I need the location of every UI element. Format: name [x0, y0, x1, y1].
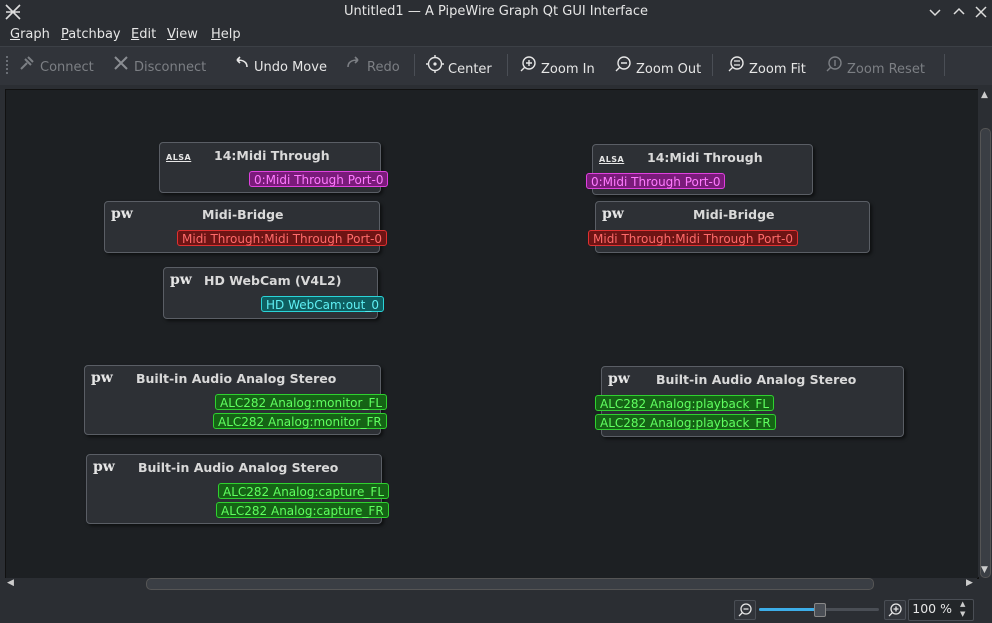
center-button[interactable]: Center: [426, 55, 492, 78]
zoom-out-button[interactable]: Zoom Out: [614, 55, 702, 78]
zoom-in-label: Zoom In: [541, 62, 595, 77]
maximize-icon[interactable]: [950, 3, 968, 21]
zoom-out-small-icon: [738, 603, 752, 617]
menu-edit[interactable]: Edit: [131, 27, 156, 43]
undo-icon: [232, 55, 250, 76]
toolbar-separator: [507, 54, 508, 76]
menu-help[interactable]: Help: [211, 27, 241, 43]
pipewire-icon: pw: [111, 206, 133, 222]
horizontal-scroll-thumb[interactable]: [146, 578, 874, 590]
toolbar-grip[interactable]: [6, 56, 11, 74]
zoom-in-small-button[interactable]: [884, 600, 906, 620]
zoom-out-icon: [614, 55, 632, 78]
node-title: Built-in Audio Analog Stereo: [138, 460, 339, 475]
undo-label: Undo Move: [254, 60, 327, 75]
zoom-spin-down-icon[interactable]: ▼: [960, 610, 965, 618]
port-hd-webcam-out[interactable]: HD WebCam:out_0: [261, 296, 384, 312]
menu-patchbay[interactable]: Patchbay: [61, 27, 121, 43]
zoom-reset-label: Zoom Reset: [847, 62, 925, 77]
minimize-icon[interactable]: [926, 3, 944, 21]
port-audio-monitor-fr[interactable]: ALC282 Analog:monitor_FR: [213, 413, 387, 429]
alsa-icon: ALSA: [599, 155, 625, 164]
zoom-fit-icon: [727, 55, 745, 78]
zoom-out-label: Zoom Out: [636, 62, 702, 77]
node-title: HD WebCam (V4L2): [204, 273, 342, 288]
close-icon[interactable]: [972, 3, 990, 21]
undo-button[interactable]: Undo Move: [232, 55, 327, 75]
node-title: 14:Midi Through: [214, 148, 330, 163]
scroll-left-icon[interactable]: ◀: [7, 578, 14, 588]
node-title: 14:Midi Through: [647, 150, 763, 165]
zoom-in-small-icon: [888, 603, 902, 617]
connect-icon: [18, 55, 36, 76]
port-midi-bridge-input[interactable]: Midi Through:Midi Through Port-0: [588, 230, 799, 246]
center-label: Center: [448, 62, 492, 77]
port-midi-bridge-output[interactable]: Midi Through:Midi Through Port-0: [177, 230, 388, 246]
toolbar-separator: [944, 54, 945, 76]
pipewire-icon: pw: [91, 370, 113, 386]
scroll-right-icon[interactable]: ▶: [966, 578, 973, 588]
connect-label: Connect: [40, 60, 94, 75]
pipewire-icon: pw: [602, 206, 624, 222]
redo-label: Redo: [367, 60, 400, 75]
node-title: Midi-Bridge: [693, 207, 775, 222]
port-audio-capture-fr[interactable]: ALC282 Analog:capture_FR: [216, 502, 389, 518]
vertical-scroll-thumb[interactable]: [980, 128, 991, 578]
connect-button[interactable]: Connect: [18, 55, 94, 75]
disconnect-label: Disconnect: [134, 60, 207, 75]
zoom-value[interactable]: 100 %: [912, 601, 952, 617]
redo-icon: [345, 55, 363, 76]
node-title: Built-in Audio Analog Stereo: [656, 372, 857, 387]
scroll-up-icon[interactable]: ▲: [981, 90, 988, 100]
node-title: Built-in Audio Analog Stereo: [136, 371, 337, 386]
pipewire-icon: pw: [170, 272, 192, 288]
zoom-in-button[interactable]: Zoom In: [519, 55, 595, 78]
zoom-reset-icon: [825, 55, 843, 78]
pipewire-icon: pw: [608, 371, 630, 387]
port-midi-through-output[interactable]: 0:Midi Through Port-0: [249, 171, 389, 187]
port-audio-playback-fl[interactable]: ALC282 Analog:playback_FL: [595, 395, 775, 411]
alsa-icon: ALSA: [166, 153, 192, 162]
scroll-down-icon[interactable]: ▼: [981, 565, 988, 575]
redo-button[interactable]: Redo: [345, 55, 400, 75]
toolbar-separator: [414, 54, 415, 76]
window-title: Untitled1 — A PipeWire Graph Qt GUI Inte…: [344, 4, 648, 19]
zoom-fit-button[interactable]: Zoom Fit: [727, 55, 806, 78]
zoom-fit-label: Zoom Fit: [749, 62, 806, 77]
zoom-spin-up-icon[interactable]: ▲: [960, 600, 965, 608]
zoom-slider-handle[interactable]: [814, 603, 826, 617]
menu-graph[interactable]: Graph: [10, 27, 50, 43]
menu-view[interactable]: View: [167, 27, 198, 43]
zoom-in-icon: [519, 55, 537, 78]
disconnect-icon: [112, 55, 130, 76]
disconnect-button[interactable]: Disconnect: [112, 55, 206, 75]
zoom-slider-fill: [759, 608, 819, 611]
node-title: Midi-Bridge: [202, 207, 284, 222]
toolbar-separator: [712, 54, 713, 76]
port-audio-capture-fl[interactable]: ALC282 Analog:capture_FL: [218, 483, 390, 499]
pipewire-icon: pw: [93, 459, 115, 475]
center-icon: [426, 55, 444, 78]
zoom-out-small-button[interactable]: [734, 600, 756, 620]
port-audio-playback-fr[interactable]: ALC282 Analog:playback_FR: [595, 414, 776, 430]
zoom-reset-button[interactable]: Zoom Reset: [825, 55, 925, 78]
port-midi-through-input[interactable]: 0:Midi Through Port-0: [586, 173, 726, 189]
port-audio-monitor-fl[interactable]: ALC282 Analog:monitor_FL: [215, 394, 388, 410]
